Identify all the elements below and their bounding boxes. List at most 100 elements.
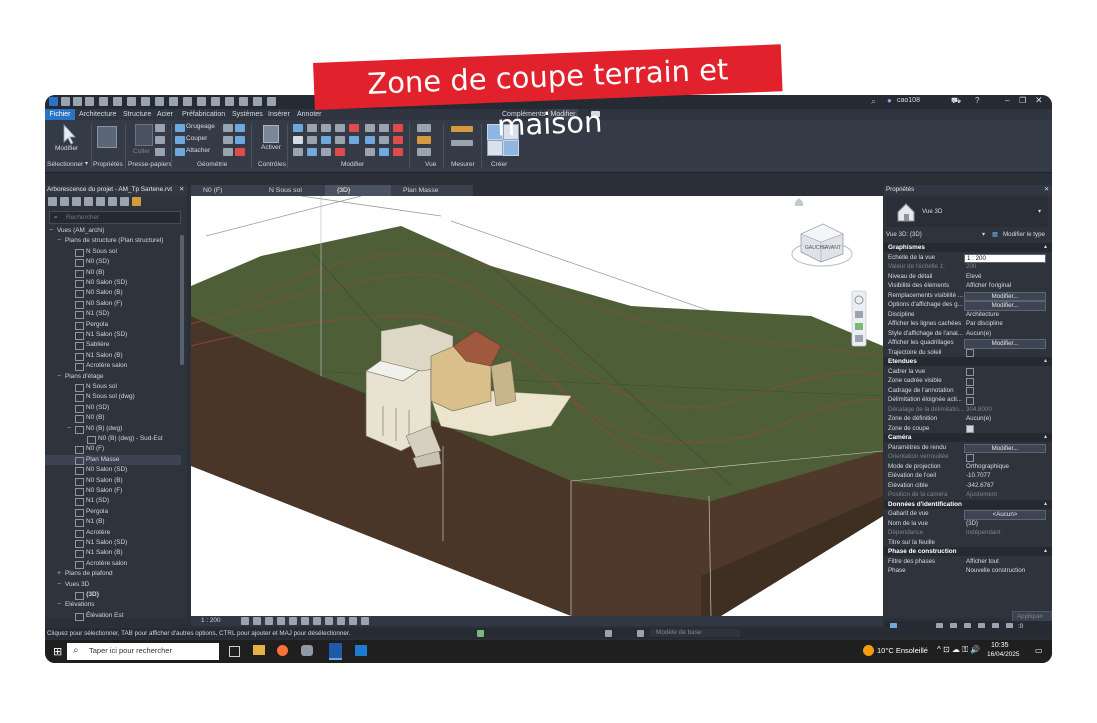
browser-item[interactable]: Acrotère salon (45, 361, 181, 372)
browser-item[interactable]: N0 Salon (F) (45, 486, 181, 496)
collapse-icon[interactable]: ▴ (1044, 547, 1047, 556)
properties-category[interactable]: Caméra ▴ (884, 433, 1052, 442)
browser-item[interactable]: − Elévations (45, 600, 181, 610)
property-row[interactable]: Style d'affichage de l'anal... Aucun(e) (884, 329, 1052, 339)
browser-expand-icon[interactable] (96, 197, 105, 206)
tree-toggle-icon[interactable]: − (67, 424, 71, 434)
tree-toggle-icon[interactable]: − (57, 372, 61, 382)
browser-item[interactable]: N0 Salon (F) (45, 299, 181, 309)
browser-item[interactable]: N1 Salon (SD) (45, 538, 181, 548)
properties-category[interactable]: Phase de construction ▴ (884, 547, 1052, 556)
hide-icon[interactable] (417, 148, 431, 156)
collapse-icon[interactable]: ▴ (1044, 243, 1047, 252)
split-face-icon[interactable] (235, 136, 245, 144)
property-row[interactable]: Filtre des phases Afficher tout (884, 557, 1052, 567)
property-row[interactable]: Afficher les quadrillages Modifier... (884, 338, 1052, 349)
property-row[interactable]: Visibilité des éléments Afficher l'origin… (884, 281, 1052, 291)
properties-close-icon[interactable]: ✕ (1044, 185, 1049, 195)
extend-icon[interactable] (365, 124, 375, 132)
property-value[interactable]: Afficher tout (966, 557, 999, 567)
search-icon[interactable]: ⌕ (871, 96, 876, 107)
browser-item[interactable]: N1 (B) (45, 517, 181, 528)
browser-view-icon[interactable] (48, 197, 57, 206)
property-value[interactable]: Orthographique (966, 462, 1009, 472)
browser-settings-icon[interactable] (60, 197, 69, 206)
selectionner-dropdown-icon[interactable]: ▾ (85, 160, 88, 167)
temp-hide-icon[interactable] (337, 617, 345, 625)
copy-icon[interactable] (155, 136, 165, 144)
measure-icon[interactable] (141, 97, 150, 106)
property-value[interactable]: Par discipline (966, 319, 1003, 329)
cut-icon[interactable] (155, 124, 165, 132)
unjoin-icon[interactable] (235, 124, 245, 132)
browser-item[interactable]: − N0 (B) (dwg) (45, 424, 181, 434)
browser-item[interactable]: − Plans de structure (Plan structurel) (45, 236, 181, 246)
cut-geometry-icon[interactable] (175, 136, 185, 144)
browser-item[interactable]: N1 Salon (B) (45, 351, 181, 361)
tab-plan-masse[interactable]: Plan Masse (391, 185, 473, 196)
paint-icon[interactable] (223, 148, 233, 156)
property-row[interactable]: Mode de projection Orthographique (884, 462, 1052, 472)
property-row[interactable]: Zone cadrée visible (884, 376, 1052, 386)
unpin-icon[interactable] (321, 148, 331, 156)
type-selector[interactable]: Vue 3D ▾ (886, 197, 1048, 227)
tab-architecture[interactable]: Architecture (79, 109, 116, 120)
tree-toggle-icon[interactable]: − (57, 236, 61, 246)
browser-item[interactable]: Élévation Est (45, 611, 181, 621)
tab-annoter[interactable]: Annoter (297, 109, 322, 120)
browser-item[interactable]: N1 (SD) (45, 309, 181, 320)
redo-icon[interactable] (113, 97, 122, 106)
tab-n-sous-sol[interactable]: N Sous sol (257, 185, 335, 196)
property-value[interactable]: Ajustement (966, 490, 997, 500)
property-row[interactable]: Remplacements visibilité ... Modifier... (884, 291, 1052, 301)
instance-selector[interactable]: Vue 3D: {3D} (886, 229, 922, 241)
grugeage-label[interactable]: Grugeage (186, 123, 215, 130)
sun-path-icon[interactable] (265, 617, 273, 625)
property-row[interactable]: Phase Nouvelle construction (884, 566, 1052, 576)
split-gap-icon[interactable] (379, 124, 389, 132)
tab-fichier[interactable]: Fichier (45, 109, 75, 120)
browser-search-input[interactable]: ⌕ Rechercher (49, 211, 181, 224)
tab-systemes[interactable]: Systèmes (232, 109, 263, 120)
viewcube-left-face[interactable]: GAUCHE (805, 245, 827, 251)
browser-item[interactable]: + Plans de plafond (45, 569, 181, 579)
tab-n0-f[interactable]: N0 (F) (191, 185, 259, 196)
property-checkbox[interactable] (966, 453, 974, 462)
array-linear-icon[interactable] (365, 136, 375, 144)
property-value[interactable]: Indépendant (966, 528, 1000, 538)
open-icon[interactable] (61, 97, 70, 106)
wall-joins-icon[interactable] (223, 136, 233, 144)
property-value[interactable]: {3D} (966, 519, 978, 529)
cart-icon[interactable]: ⛟ (951, 96, 961, 106)
property-checkbox[interactable] (966, 425, 974, 433)
taskbar-search-box[interactable]: ⌕ Taper ici pour rechercher (67, 643, 219, 660)
switch-windows-icon[interactable] (253, 97, 262, 106)
browser-filter-icon[interactable] (84, 197, 93, 206)
detail-level-icon[interactable] (241, 617, 249, 625)
thin-lines-icon[interactable] (225, 97, 234, 106)
lock-icon[interactable] (365, 148, 375, 156)
properties-category[interactable]: Graphismes ▴ (884, 243, 1052, 252)
property-value[interactable]: 304.8000 (966, 405, 992, 415)
remove-icon[interactable] (393, 136, 403, 144)
viewcube-home-icon[interactable] (795, 198, 803, 206)
browser-item[interactable]: N0 (SD) (45, 257, 181, 268)
close-hidden-icon[interactable] (239, 97, 248, 106)
browser-collapse-icon[interactable] (108, 197, 117, 206)
3d-viewport[interactable]: GAUCHE AVANT (191, 196, 883, 616)
properties-icon[interactable] (97, 126, 117, 148)
tree-toggle-icon[interactable]: − (57, 600, 61, 610)
sync-icon[interactable] (85, 97, 94, 106)
move-icon[interactable] (293, 136, 303, 144)
tree-toggle-icon[interactable]: − (49, 226, 53, 236)
rotate-icon[interactable] (321, 136, 331, 144)
browser-close-icon[interactable]: ✕ (179, 185, 184, 195)
property-value[interactable]: -10.7077 (966, 471, 990, 481)
property-row[interactable]: Niveau de détail Elevé (884, 272, 1052, 282)
help-icon[interactable]: ? (975, 96, 979, 105)
tree-toggle-icon[interactable]: + (57, 569, 61, 579)
tray-icons[interactable]: ^ ⊡ ☁ ⚿ 🔊 (937, 645, 980, 655)
browser-item[interactable]: {3D} (45, 590, 181, 600)
property-row[interactable]: Nom de la vue {3D} (884, 519, 1052, 529)
visual-style-icon[interactable] (253, 617, 261, 625)
